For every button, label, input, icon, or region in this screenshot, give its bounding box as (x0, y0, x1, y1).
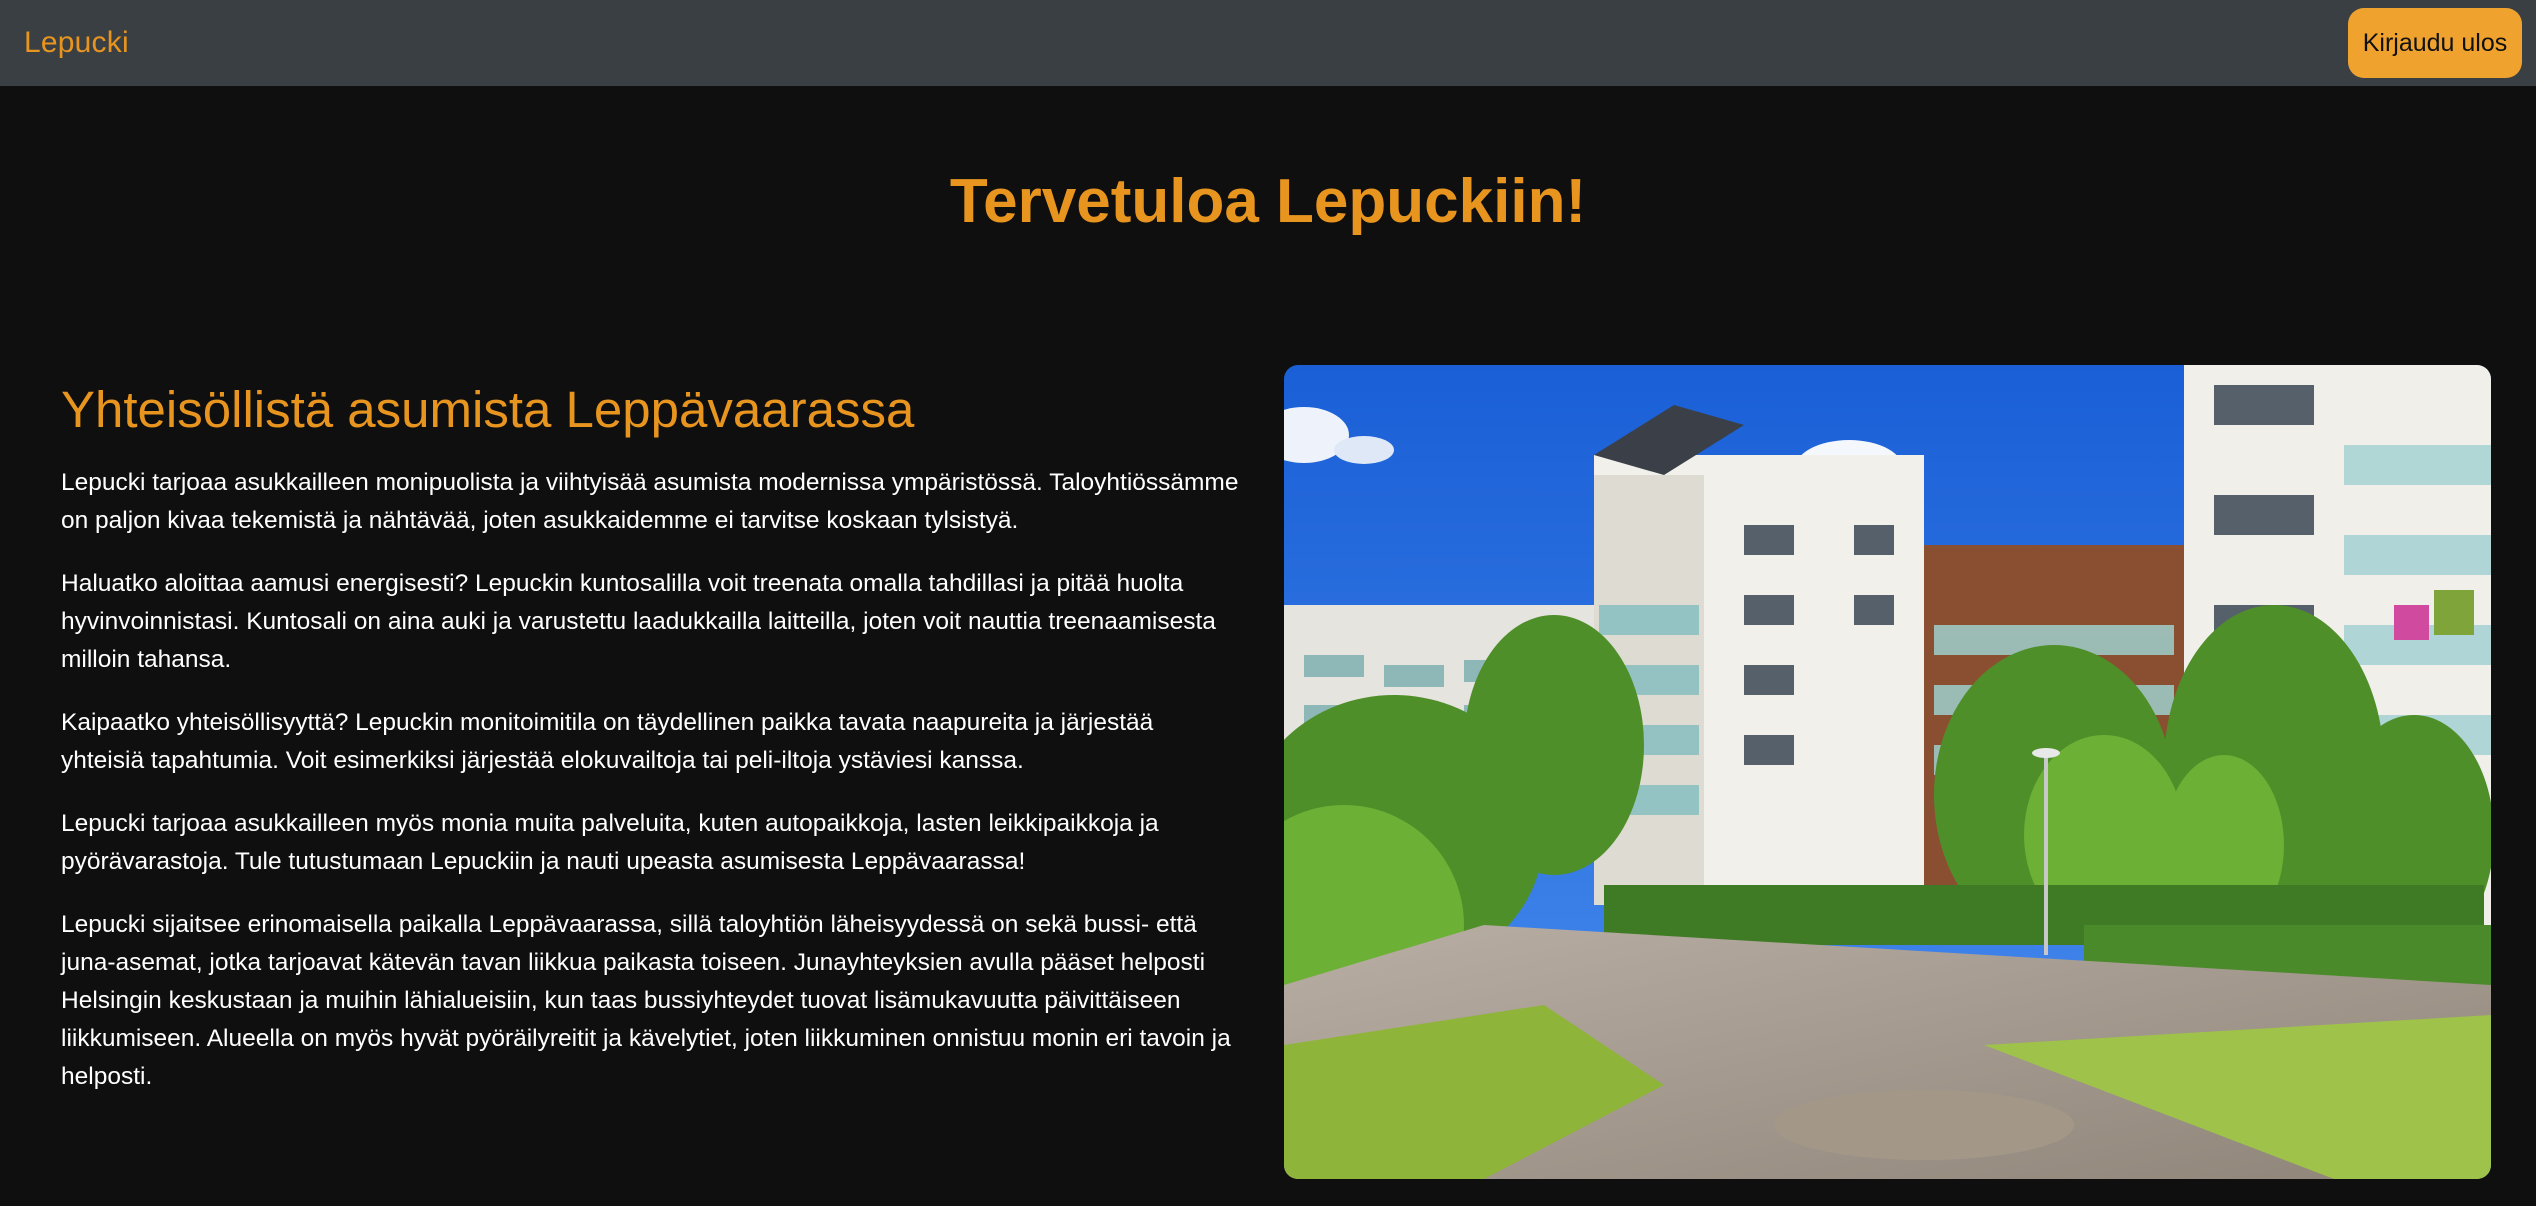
brand-logo-text[interactable]: Lepucki (24, 26, 129, 60)
intro-paragraph: Lepucki tarjoaa asukkailleen monipuolist… (61, 469, 1239, 535)
gym-paragraph: Haluatko aloittaa aamusi energisesti? Le… (61, 570, 1216, 674)
building-illustration (1284, 365, 2491, 1179)
services-paragraph: Lepucki tarjoaa asukkailleen myös monia … (61, 810, 1159, 876)
section-heading: Yhteisöllistä asumista Leppävaarassa (61, 381, 915, 438)
intro-section: Yhteisöllistä asumista Leppävaarassa Lep… (61, 381, 1241, 1121)
page-title: Tervetuloa Lepuckiin! (949, 167, 1587, 236)
location-paragraph: Lepucki sijaitsee erinomaisella paikalla… (61, 911, 1231, 1091)
logout-button[interactable]: Kirjaudu ulos (2348, 8, 2522, 78)
community-paragraph: Kaipaatko yhteisöllisyyttä? Lepuckin mon… (61, 709, 1154, 775)
navbar: Lepucki Kirjaudu ulos (0, 0, 2536, 86)
apartment-building-photo (1284, 365, 2491, 1179)
